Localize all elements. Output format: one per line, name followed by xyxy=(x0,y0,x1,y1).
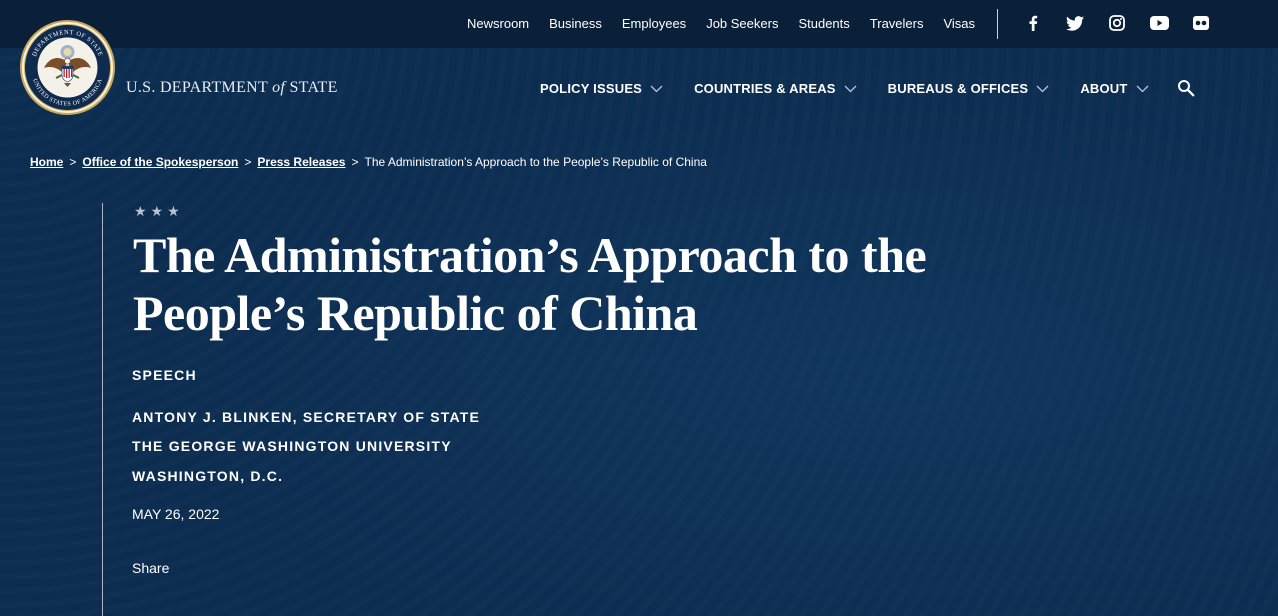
breadcrumb-current: The Administration’s Approach to the Peo… xyxy=(364,155,707,169)
utility-divider xyxy=(997,9,998,39)
utility-link-newsroom[interactable]: Newsroom xyxy=(457,16,539,31)
nav-about[interactable]: ABOUT xyxy=(1080,81,1148,96)
nav-bureaus-offices[interactable]: BUREAUS & OFFICES xyxy=(888,81,1050,96)
facebook-icon[interactable] xyxy=(1012,15,1054,31)
search-button[interactable] xyxy=(1177,79,1195,102)
nav-countries-areas[interactable]: COUNTRIES & AREAS xyxy=(694,81,857,96)
utility-link-business[interactable]: Business xyxy=(539,16,612,31)
flickr-icon[interactable] xyxy=(1180,16,1222,30)
breadcrumb: Home > Office of the Spokesperson > Pres… xyxy=(30,155,707,169)
nav-policy-issues[interactable]: POLICY ISSUES xyxy=(540,81,663,96)
article-venue: THE GEORGE WASHINGTON UNIVERSITY xyxy=(132,438,452,454)
nav-label: POLICY ISSUES xyxy=(540,81,643,96)
utility-links: Newsroom Business Employees Job Seekers … xyxy=(457,0,985,46)
department-seal[interactable]: DEPARTMENT OF STATE UNITED STATES OF AME… xyxy=(20,20,115,115)
breadcrumb-spokesperson[interactable]: Office of the Spokesperson xyxy=(82,155,238,169)
brand-name-prefix: U.S. DEPARTMENT xyxy=(126,79,268,96)
utility-bar: Newsroom Business Employees Job Seekers … xyxy=(0,0,1278,48)
breadcrumb-separator: > xyxy=(69,155,77,169)
article-speaker: ANTONY J. BLINKEN, SECRETARY OF STATE xyxy=(132,409,481,425)
utility-link-employees[interactable]: Employees xyxy=(612,16,696,31)
instagram-icon[interactable] xyxy=(1096,15,1138,31)
brand-name-suffix: STATE xyxy=(289,79,338,96)
breadcrumb-separator: > xyxy=(351,155,359,169)
chevron-down-icon xyxy=(844,85,857,92)
article-rule xyxy=(102,203,103,616)
page: Newsroom Business Employees Job Seekers … xyxy=(0,0,1278,616)
brand-wordmark[interactable]: U.S. DEPARTMENT of STATE xyxy=(126,79,338,97)
stars-ornament: ★★★ xyxy=(134,203,184,219)
breadcrumb-separator: > xyxy=(244,155,252,169)
article-date: MAY 26, 2022 xyxy=(132,506,220,522)
utility-link-students[interactable]: Students xyxy=(788,16,859,31)
nav-label: COUNTRIES & AREAS xyxy=(694,81,836,96)
social-links xyxy=(1012,0,1222,46)
article-location: WASHINGTON, D.C. xyxy=(132,468,284,484)
nav-label: BUREAUS & OFFICES xyxy=(887,81,1029,96)
utility-link-visas[interactable]: Visas xyxy=(933,16,985,31)
utility-link-travelers[interactable]: Travelers xyxy=(860,16,934,31)
search-icon xyxy=(1178,80,1195,97)
article-type: SPEECH xyxy=(132,367,197,383)
nav-label: ABOUT xyxy=(1080,81,1128,96)
share-button[interactable]: Share xyxy=(132,560,169,576)
breadcrumb-home[interactable]: Home xyxy=(30,155,63,169)
chevron-down-icon xyxy=(650,85,663,92)
main-nav: POLICY ISSUES COUNTRIES & AREAS BUREAUS … xyxy=(540,81,1180,96)
chevron-down-icon xyxy=(1036,85,1049,92)
twitter-icon[interactable] xyxy=(1054,15,1096,31)
youtube-icon[interactable] xyxy=(1138,16,1180,30)
chevron-down-icon xyxy=(1136,85,1148,92)
utility-link-job-seekers[interactable]: Job Seekers xyxy=(696,16,788,31)
brand-name-of: of xyxy=(272,79,286,96)
page-title: The Administration’s Approach to the Peo… xyxy=(133,227,927,341)
breadcrumb-press-releases[interactable]: Press Releases xyxy=(257,155,345,169)
